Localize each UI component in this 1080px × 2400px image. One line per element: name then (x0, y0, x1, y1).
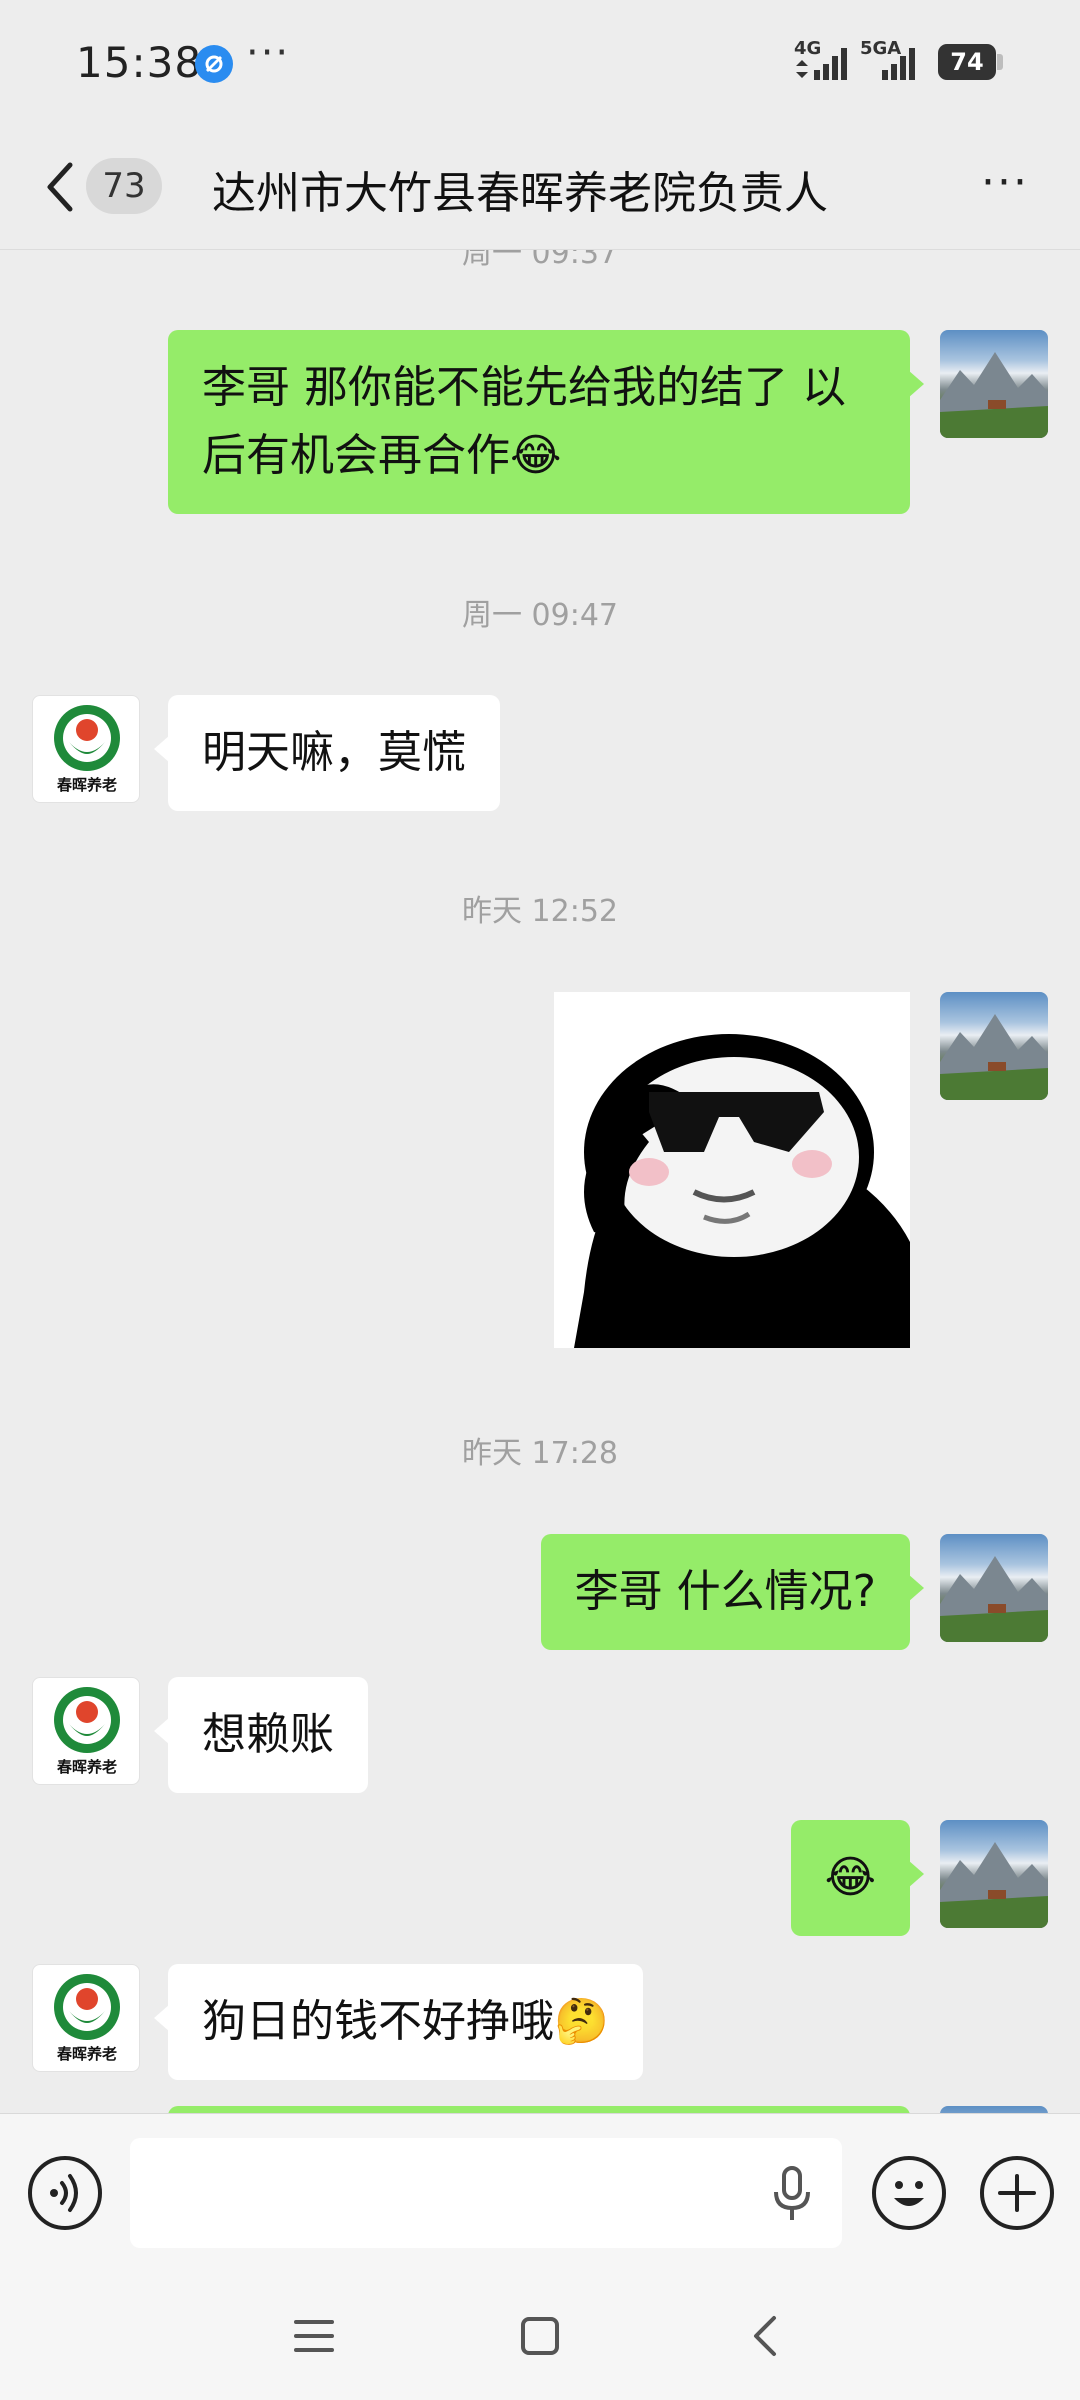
menu-icon[interactable] (284, 2306, 344, 2366)
self-avatar[interactable] (940, 1820, 1048, 1928)
emoji-button[interactable] (872, 2156, 946, 2230)
plus-icon (998, 2174, 1036, 2212)
contact-avatar[interactable]: 春晖养老 (32, 695, 140, 803)
message-bubble-self[interactable]: 李哥 那你能不能先给我的结了 以后有机会再合作😂 (168, 330, 924, 514)
status-bar: 15:38 ··· 4G 5GA 74 (0, 0, 1080, 125)
message-bubble-other[interactable]: 狗日的钱不好挣哦🤔 (154, 1964, 643, 2080)
system-nav-bar (0, 2270, 1080, 2400)
battery-tip (997, 54, 1003, 70)
timestamp: 昨天 17:28 (462, 1436, 618, 1471)
message-bubble-self-partial[interactable] (168, 2106, 910, 2113)
unread-count-badge[interactable]: 73 (86, 158, 162, 214)
home-icon[interactable] (510, 2306, 570, 2366)
message-bubble-self[interactable]: 😂 (790, 1820, 925, 1936)
microphone-icon[interactable] (772, 2166, 812, 2222)
signal-4g-icon (796, 48, 847, 80)
message-bubble-other[interactable]: 明天嘛，莫慌 (154, 695, 500, 811)
more-notifications-icon: ··· (246, 30, 291, 76)
self-avatar[interactable] (940, 1534, 1048, 1642)
self-avatar[interactable] (940, 330, 1048, 438)
self-avatar[interactable] (940, 992, 1048, 1100)
timestamp: 周一 09:37 (462, 250, 618, 271)
chat-title: 达州市大竹县春晖养老院负责人 (212, 168, 828, 219)
timestamp: 周一 09:47 (462, 598, 618, 633)
smiley-icon (894, 2181, 924, 2206)
message-bubble-self[interactable]: 李哥 什么情况? (540, 1534, 925, 1650)
avatar-logo-text: 春晖养老 (57, 1758, 117, 1776)
status-time: 15:38 (76, 38, 203, 87)
contact-avatar[interactable]: 春晖养老 (32, 1677, 140, 1785)
voice-input-button[interactable] (28, 2156, 102, 2230)
battery-indicator: 74 (938, 44, 996, 80)
panda-sunglasses-sticker[interactable] (554, 992, 910, 1348)
timestamp: 昨天 12:52 (462, 894, 618, 929)
chat-header: 73 达州市大竹县春晖养老院负责人 ··· (0, 125, 1080, 250)
more-options-button[interactable]: ··· (975, 161, 1035, 213)
voice-icon (50, 2174, 78, 2212)
message-bubble-other[interactable]: 想赖账 (154, 1677, 368, 1793)
more-actions-button[interactable] (980, 2156, 1054, 2230)
message-list[interactable]: 周一 09:37 李哥 那你能不能先给我的结了 以后有机会再合作😂 周一 09:… (0, 250, 1080, 2113)
avatar-logo-text: 春晖养老 (57, 2045, 117, 2063)
avatar-logo-text: 春晖养老 (57, 776, 117, 794)
message-input[interactable] (130, 2138, 842, 2248)
back-chevron-icon[interactable] (40, 157, 80, 217)
input-bar (0, 2113, 1080, 2270)
self-avatar[interactable] (940, 2106, 1048, 2113)
app-notification-icon (195, 45, 233, 83)
signal-5ga-icon (882, 48, 915, 80)
back-icon[interactable] (736, 2306, 796, 2366)
contact-avatar[interactable]: 春晖养老 (32, 1964, 140, 2072)
